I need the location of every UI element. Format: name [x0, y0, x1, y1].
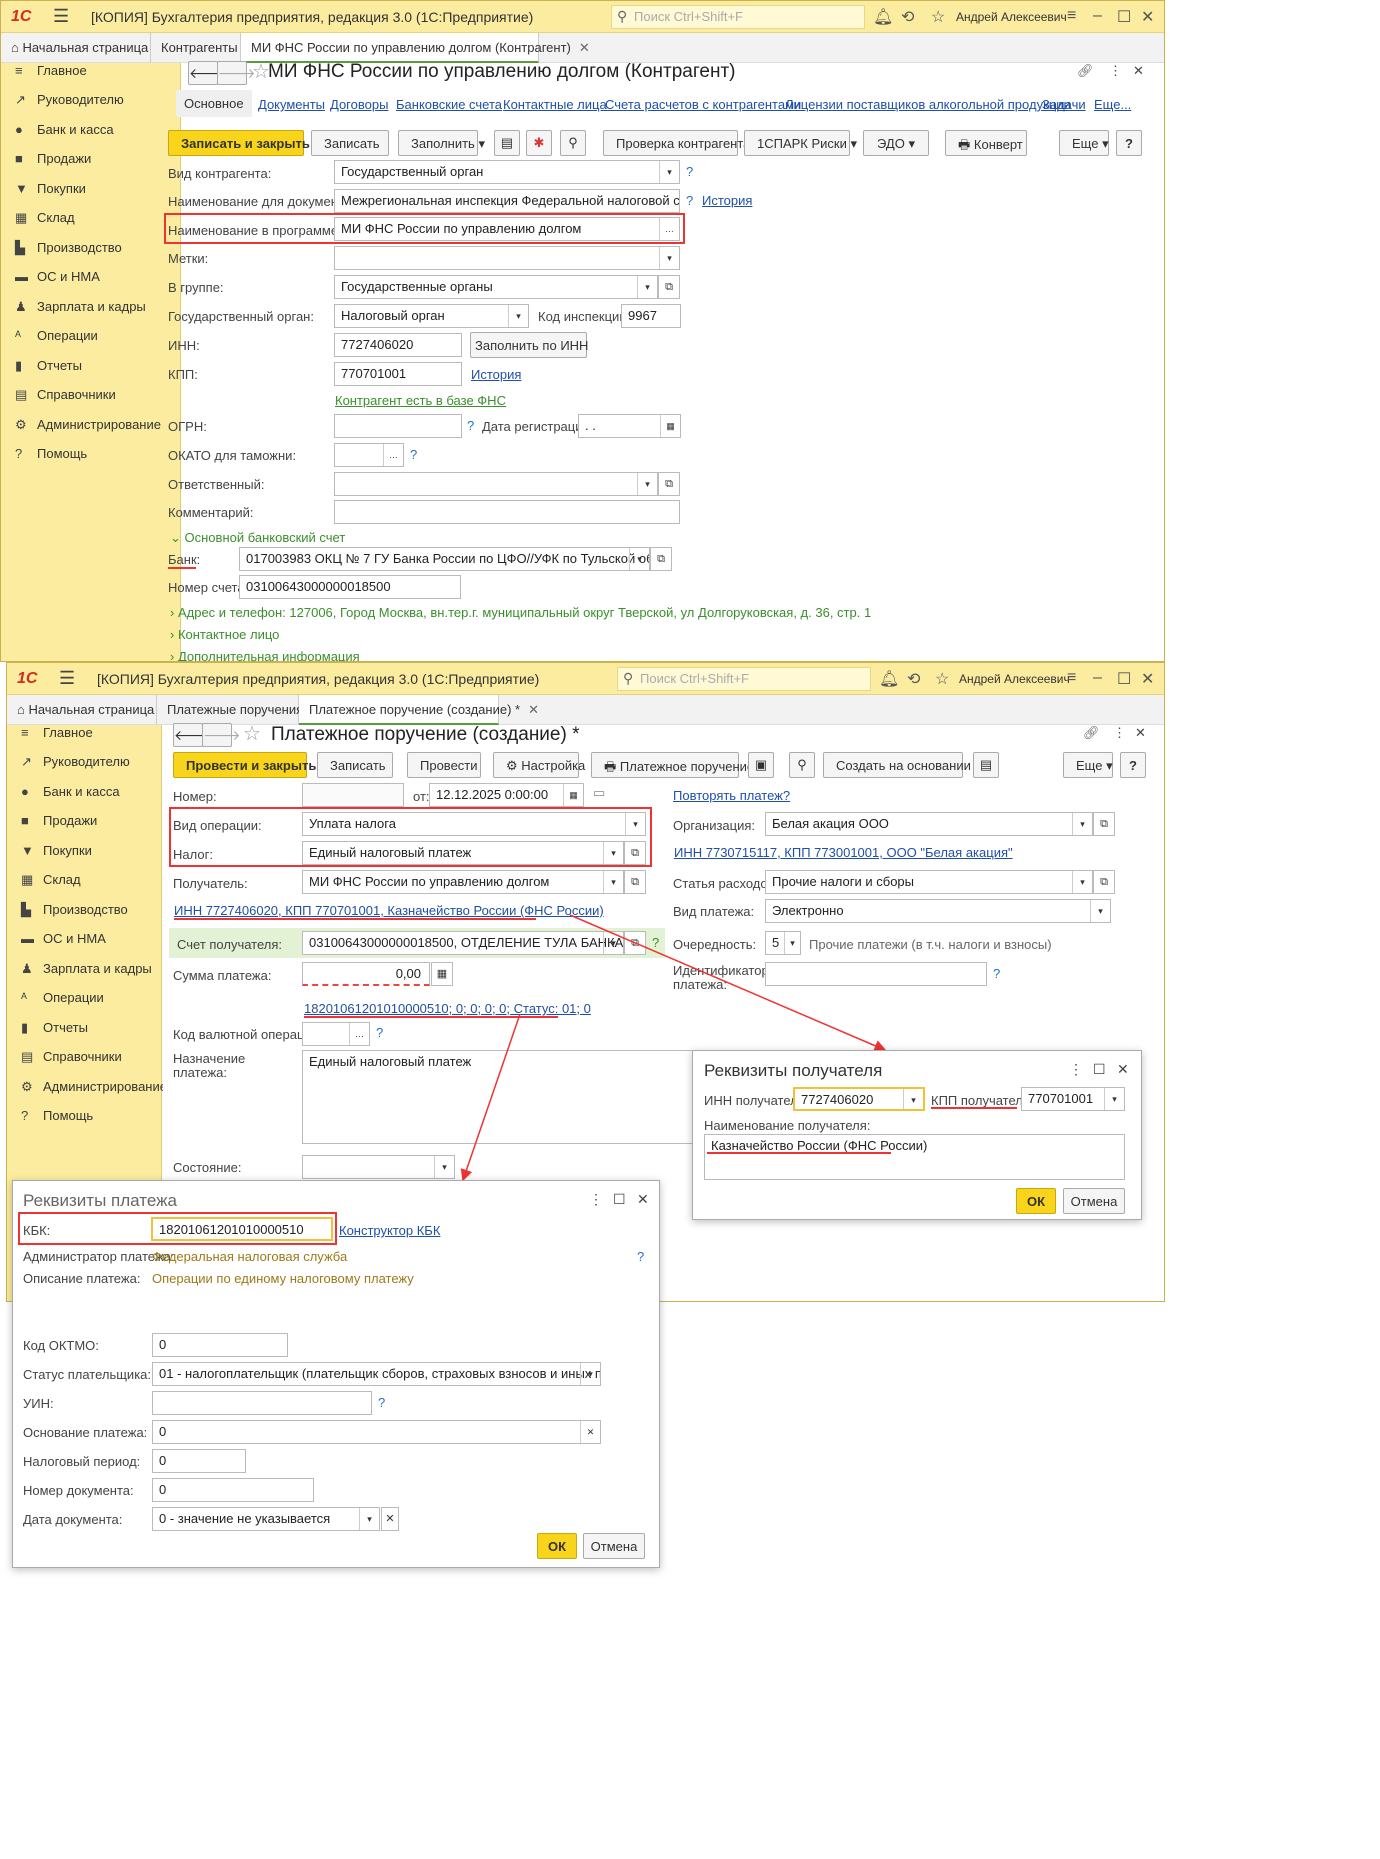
- dialog-title: Реквизиты платежа: [23, 1191, 177, 1210]
- oktmo-label: Код ОКТМО:: [23, 1338, 99, 1353]
- payment-dialog: Реквизиты платежа ⋮ ☐ ✕ КБК: 18201061201…: [12, 1180, 660, 1568]
- recipient-dialog: Реквизиты получателя ⋮ ☐ ✕ ИНН получател…: [692, 1050, 1142, 1220]
- desc-label: Описание платежа:: [23, 1271, 141, 1286]
- annotation-arrows: [460, 914, 887, 1182]
- close-icon[interactable]: ✕: [637, 1191, 649, 1208]
- name-field[interactable]: Казначейство России (ФНС России): [704, 1134, 1125, 1180]
- help-icon[interactable]: ?: [378, 1395, 385, 1410]
- oktmo-field[interactable]: 0: [152, 1333, 288, 1357]
- ok-button[interactable]: ОК: [537, 1533, 577, 1559]
- name-label: Наименование получателя:: [704, 1118, 871, 1133]
- close-icon[interactable]: ✕: [1117, 1061, 1129, 1078]
- kbk-constructor-link[interactable]: Конструктор КБК: [339, 1223, 440, 1238]
- period-label: Налоговый период:: [23, 1454, 141, 1469]
- kbk-field[interactable]: 18201061201010000510: [151, 1217, 333, 1241]
- docnum-field[interactable]: 0: [152, 1478, 314, 1502]
- period-field[interactable]: 0: [152, 1449, 246, 1473]
- docdate-label: Дата документа:: [23, 1512, 123, 1527]
- cancel-button[interactable]: Отмена: [1063, 1188, 1125, 1214]
- more-icon[interactable]: ⋮: [1069, 1061, 1083, 1078]
- docnum-label: Номер документа:: [23, 1483, 134, 1498]
- uin-label: УИН:: [23, 1396, 54, 1411]
- maximize-icon[interactable]: ☐: [1093, 1061, 1106, 1078]
- uin-field[interactable]: [152, 1391, 372, 1415]
- clear-icon[interactable]: ✕: [381, 1507, 399, 1531]
- cancel-button[interactable]: Отмена: [583, 1533, 645, 1559]
- highlight-underline: [707, 1152, 891, 1154]
- dialog-title: Реквизиты получателя: [704, 1061, 883, 1080]
- kpp-select[interactable]: 770701001 ▾: [1021, 1087, 1125, 1111]
- status-select[interactable]: 01 - налогоплательщик (плательщик сборов…: [152, 1362, 601, 1386]
- docdate-select[interactable]: 0 - значение не указывается ▾: [152, 1507, 380, 1531]
- desc-value: Операции по единому налоговому платежу: [152, 1271, 414, 1286]
- ok-button[interactable]: ОК: [1016, 1188, 1056, 1214]
- admin-value: Федеральная налоговая служба: [152, 1249, 348, 1264]
- clear-icon: ✕: [580, 1421, 600, 1443]
- kpp-label: КПП получателя:: [931, 1093, 1034, 1108]
- maximize-icon[interactable]: ☐: [613, 1191, 626, 1208]
- inn-select[interactable]: 7727406020 ▾: [793, 1087, 925, 1111]
- highlight-underline: [931, 1107, 1017, 1109]
- kbk-label: КБК:: [23, 1223, 51, 1238]
- status-label: Статус плательщика:: [23, 1367, 152, 1382]
- help-icon[interactable]: ?: [637, 1249, 644, 1264]
- basis-label: Основание платежа:: [23, 1425, 148, 1440]
- arrow-payment: [460, 1013, 521, 1182]
- arrow-recipient: [569, 914, 887, 1052]
- more-icon[interactable]: ⋮: [589, 1191, 603, 1208]
- basis-field[interactable]: 0 ✕: [152, 1420, 601, 1444]
